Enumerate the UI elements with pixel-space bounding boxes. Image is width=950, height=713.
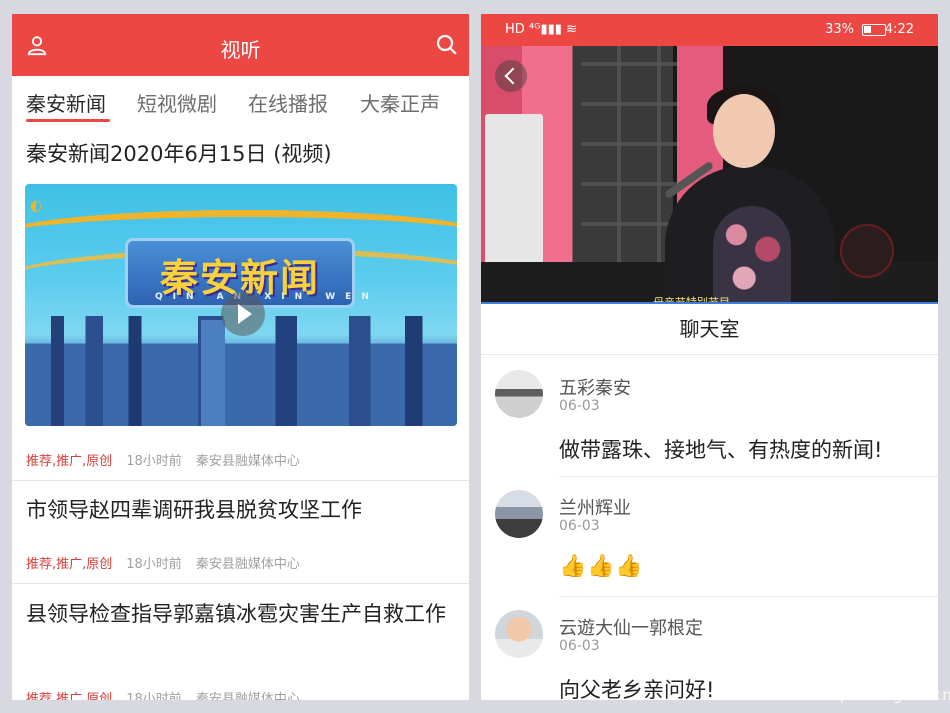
news-time: 18小时前 xyxy=(126,454,182,469)
video-caption: 母亲节特别节目 xyxy=(653,294,730,302)
category-tabs: 秦安新闻 短视微剧 在线播报 大秦正声 xyxy=(12,76,469,126)
tab-short-video[interactable]: 短视微剧 xyxy=(137,88,217,117)
news-item-meta: 推荐,推广,原创 18小时前 秦安县融媒体中心 xyxy=(26,688,300,700)
chat-divider xyxy=(481,354,938,355)
site-watermark: 中国·秦安 xyxy=(770,650,939,688)
tab-online-broadcast[interactable]: 在线播报 xyxy=(248,88,328,117)
message-sender: 兰州辉业 xyxy=(559,498,631,519)
featured-news-meta: 推荐,推广,原创 18小时前 秦安县融媒体中心 xyxy=(26,450,300,469)
news-item-meta: 推荐,推广,原创 18小时前 秦安县融媒体中心 xyxy=(26,553,300,572)
news-tags: 推荐,推广,原创 xyxy=(26,454,113,469)
message-divider xyxy=(559,596,938,597)
news-time: 18小时前 xyxy=(126,692,182,700)
featured-news-title[interactable]: 秦安新闻2020年6月15日 (视频) xyxy=(26,138,332,168)
site-watermark-url: www.qinan.gov.cn xyxy=(786,686,950,704)
thumbs-up-icon: 👍 xyxy=(615,554,643,579)
message-emoji-row: 👍 👍 👍 xyxy=(559,554,655,582)
list-divider xyxy=(12,583,469,584)
active-tab-indicator xyxy=(26,119,110,122)
message-text: 做带露珠、接地气、有热度的新闻! xyxy=(559,438,883,462)
message-text: 向父老乡亲问好! xyxy=(559,678,715,700)
network-status: HD ⁴ᴳ▮▮▮ ≋ xyxy=(505,22,577,37)
page-title: 视听 xyxy=(220,38,261,62)
app-header: 视听 xyxy=(12,14,469,76)
avatar[interactable] xyxy=(495,490,543,538)
message-sender: 云遊大仙一郭根定 xyxy=(559,618,703,639)
status-clock: 4:22 xyxy=(884,22,914,37)
news-item-title[interactable]: 市领导赵四辈调研我县脱贫攻坚工作 xyxy=(26,493,456,527)
performer-dress xyxy=(713,206,791,302)
news-source: 秦安县融媒体中心 xyxy=(195,557,300,572)
featured-video-thumbnail[interactable]: ◐ 秦安新闻 QIN AN XIN WEN xyxy=(25,184,457,426)
right-phone-screen: HD ⁴ᴳ▮▮▮ ≋ 33% 4:22 母亲节特别节目 聊天室 五彩秦安 06-… xyxy=(481,14,938,700)
battery-percentage: 33% xyxy=(825,22,854,37)
left-phone-screen: 视听 秦安新闻 短视微剧 在线播报 大秦正声 秦安新闻2020年6月15日 (视… xyxy=(12,14,469,700)
play-button[interactable] xyxy=(221,292,265,336)
search-icon[interactable] xyxy=(435,33,459,57)
news-tags: 推荐,推广,原创 xyxy=(26,692,113,700)
performer-face xyxy=(713,94,775,168)
news-source: 秦安县融媒体中心 xyxy=(195,692,300,700)
live-video-player[interactable]: 母亲节特别节目 xyxy=(481,46,938,302)
message-sender: 五彩秦安 xyxy=(559,378,631,399)
play-icon xyxy=(238,304,252,324)
avatar[interactable] xyxy=(495,370,543,418)
thumbs-up-icon: 👍 xyxy=(559,554,587,579)
news-time: 18小时前 xyxy=(126,557,182,572)
message-date: 06-03 xyxy=(559,398,600,414)
message-divider xyxy=(559,476,938,477)
news-tags: 推荐,推广,原创 xyxy=(26,557,113,572)
back-button[interactable] xyxy=(495,60,527,92)
avatar[interactable] xyxy=(495,610,543,658)
status-bar: HD ⁴ᴳ▮▮▮ ≋ 33% 4:22 xyxy=(481,14,938,46)
thumbnail-tower xyxy=(201,320,225,426)
tab-qinan-news[interactable]: 秦安新闻 xyxy=(26,88,106,117)
message-date: 06-03 xyxy=(559,518,600,534)
list-divider xyxy=(12,480,469,481)
stage-prop xyxy=(485,114,543,264)
news-source: 秦安县融媒体中心 xyxy=(195,454,300,469)
thumbs-up-icon: 👍 xyxy=(587,554,615,579)
battery-icon xyxy=(862,24,886,36)
tab-daqin-voice[interactable]: 大秦正声 xyxy=(360,88,440,117)
news-item-title[interactable]: 县领导检查指导郭嘉镇冰雹灾害生产自救工作 xyxy=(26,597,456,631)
message-date: 06-03 xyxy=(559,638,600,654)
tv-station-logo-icon xyxy=(840,224,894,278)
channel-logo-icon: ◐ xyxy=(30,198,43,214)
chat-room-title: 聊天室 xyxy=(679,317,740,341)
program-logo-pinyin: QIN AN XIN WEN xyxy=(155,292,379,302)
